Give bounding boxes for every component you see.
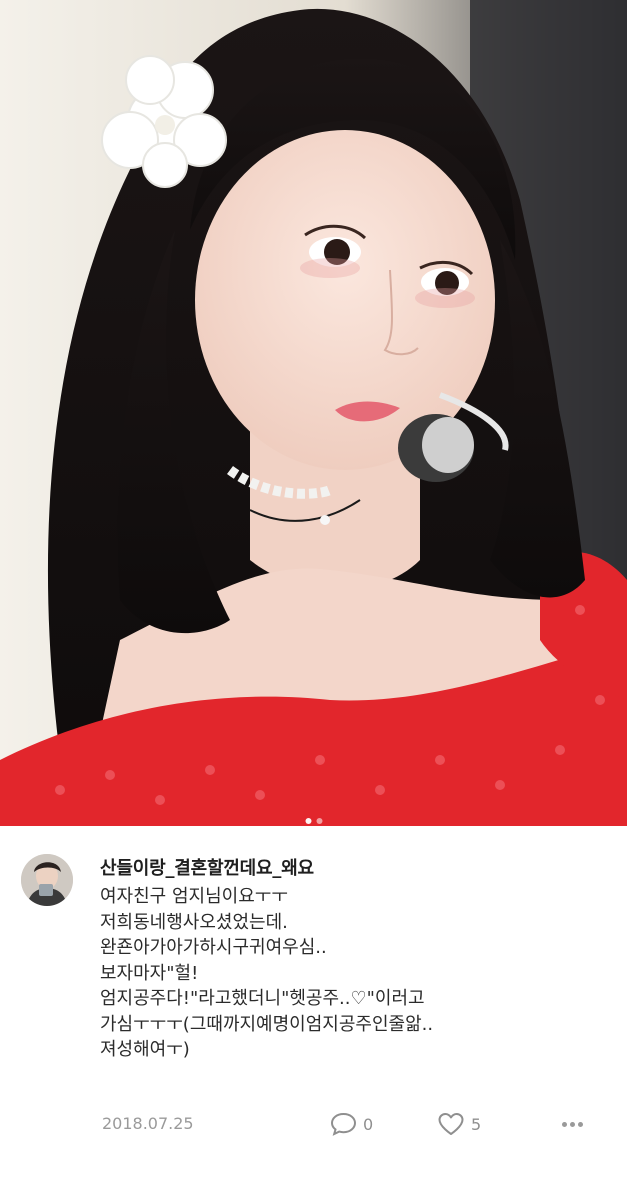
post-body-line: 엄지공주다!"라고했더니"헷공주..♡"이러고 xyxy=(100,988,425,1009)
post-photo[interactable] xyxy=(0,0,627,826)
like-count: 5 xyxy=(471,1114,482,1134)
avatar[interactable] xyxy=(21,854,73,906)
speech-bubble-icon xyxy=(330,1112,357,1136)
post-footer: 2018.07.25 0 5 xyxy=(0,1110,627,1140)
photo-illustration xyxy=(0,0,627,826)
like-button[interactable]: 5 xyxy=(437,1110,481,1138)
post-username[interactable]: 산들이랑_결혼할껀데요_왜요 xyxy=(100,854,314,880)
carousel-dot-active xyxy=(305,818,311,824)
post-body-line: 져성해여ㅜ) xyxy=(100,1039,190,1060)
post-card: 산들이랑_결혼할껀데요_왜요 여자친구 엄지님이요ㅜㅜ 저희동네행사오셨었는데.… xyxy=(0,826,627,1200)
post-body-line: 저희동네행사오셨었는데. xyxy=(100,911,288,933)
heart-icon xyxy=(438,1113,464,1135)
carousel-dot xyxy=(316,818,322,824)
post-body: 여자친구 엄지님이요ㅜㅜ 저희동네행사오셨었는데. 완죤아가아가하시구귀여우심.… xyxy=(100,884,580,1063)
more-dot xyxy=(578,1121,583,1127)
more-dot xyxy=(562,1121,567,1127)
more-dot xyxy=(570,1121,575,1127)
avatar-image xyxy=(21,854,73,906)
post-body-line: 여자친구 엄지님이요ㅜㅜ xyxy=(100,886,288,907)
more-horizontal-icon[interactable] xyxy=(562,1110,583,1138)
carousel-indicator xyxy=(305,818,322,824)
comment-button[interactable]: 0 xyxy=(330,1110,373,1138)
comment-count: 0 xyxy=(363,1114,374,1134)
post-body-line: 보자마자"헐! xyxy=(100,962,199,984)
post-date: 2018.07.25 xyxy=(102,1114,194,1133)
post-body-line: 완죤아가아가하시구귀여우심.. xyxy=(100,937,327,958)
post-body-line: 가심ㅜㅜㅜ(그때까지예명이엄지공주인줄앎.. xyxy=(100,1013,434,1035)
